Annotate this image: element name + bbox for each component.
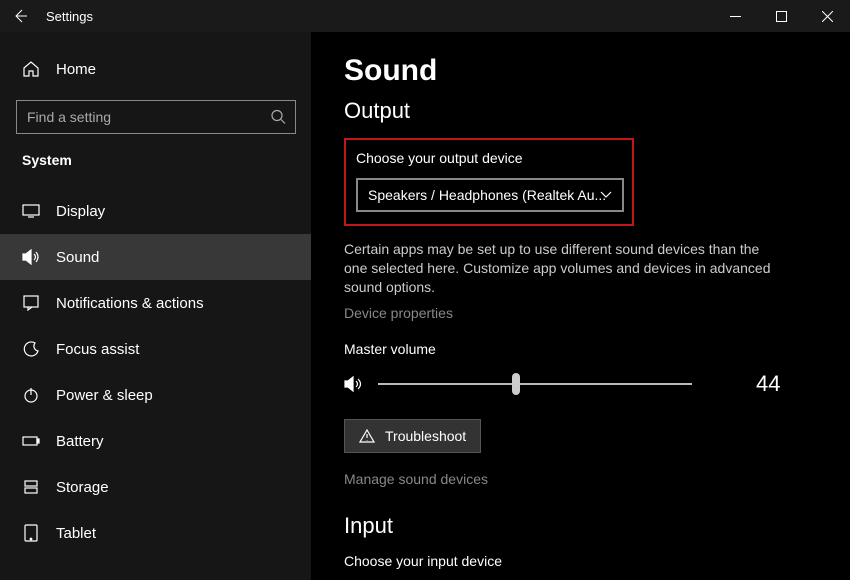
nav-battery[interactable]: Battery [0, 418, 312, 464]
nav-label: Sound [56, 249, 99, 266]
volume-value: 44 [756, 371, 780, 397]
focus-icon [22, 340, 40, 358]
nav-focus-assist[interactable]: Focus assist [0, 326, 312, 372]
arrow-left-icon [12, 8, 28, 24]
tablet-icon [22, 524, 40, 542]
volume-slider-thumb[interactable] [512, 373, 520, 395]
output-device-select[interactable]: Speakers / Headphones (Realtek Au... [356, 178, 624, 212]
nav-label: Focus assist [56, 341, 139, 358]
manage-devices-link[interactable]: Manage sound devices [344, 471, 488, 487]
output-header: Output [344, 98, 830, 124]
output-help-text: Certain apps may be set up to use differ… [344, 240, 784, 297]
home-icon [22, 60, 40, 78]
power-icon [22, 386, 40, 404]
device-properties-link[interactable]: Device properties [344, 305, 453, 321]
window-title: Settings [46, 9, 93, 24]
close-button[interactable] [804, 0, 850, 32]
sidebar: Home System Display Sound Notifications … [0, 32, 312, 580]
output-device-highlight: Choose your output device Speakers / Hea… [344, 138, 634, 226]
volume-icon[interactable] [344, 375, 364, 393]
nav-power[interactable]: Power & sleep [0, 372, 312, 418]
notifications-icon [22, 294, 40, 312]
minimize-icon [730, 11, 741, 22]
troubleshoot-label: Troubleshoot [385, 428, 466, 444]
home-label: Home [56, 61, 96, 78]
input-header: Input [344, 513, 830, 539]
nav-label: Notifications & actions [56, 295, 204, 312]
maximize-button[interactable] [758, 0, 804, 32]
page-title: Sound [344, 54, 830, 88]
nav-sound[interactable]: Sound [0, 234, 312, 280]
home-link[interactable]: Home [0, 50, 312, 88]
nav-label: Display [56, 203, 105, 220]
back-button[interactable] [0, 8, 40, 24]
nav-notifications[interactable]: Notifications & actions [0, 280, 312, 326]
volume-slider[interactable] [378, 383, 692, 385]
troubleshoot-button[interactable]: Troubleshoot [344, 419, 481, 453]
chevron-down-icon [600, 191, 612, 199]
display-icon [22, 202, 40, 220]
warning-icon [359, 429, 375, 443]
close-icon [822, 11, 833, 22]
nav-tablet[interactable]: Tablet [0, 510, 312, 556]
maximize-icon [776, 11, 787, 22]
master-volume-label: Master volume [344, 341, 830, 357]
nav-display[interactable]: Display [0, 188, 312, 234]
nav-storage[interactable]: Storage [0, 464, 312, 510]
nav-label: Battery [56, 433, 104, 450]
nav-label: Storage [56, 479, 109, 496]
sound-icon [22, 248, 40, 266]
nav-label: Tablet [56, 525, 96, 542]
nav-label: Power & sleep [56, 387, 153, 404]
search-input[interactable] [16, 100, 296, 134]
choose-output-label: Choose your output device [356, 150, 622, 166]
choose-input-label: Choose your input device [344, 553, 830, 569]
minimize-button[interactable] [712, 0, 758, 32]
storage-icon [22, 478, 40, 496]
output-device-value: Speakers / Headphones (Realtek Au... [368, 187, 606, 203]
nav-group-header: System [0, 152, 312, 176]
search-icon [271, 110, 286, 125]
battery-icon [22, 432, 40, 450]
main-content: Sound Output Choose your output device S… [312, 32, 850, 580]
